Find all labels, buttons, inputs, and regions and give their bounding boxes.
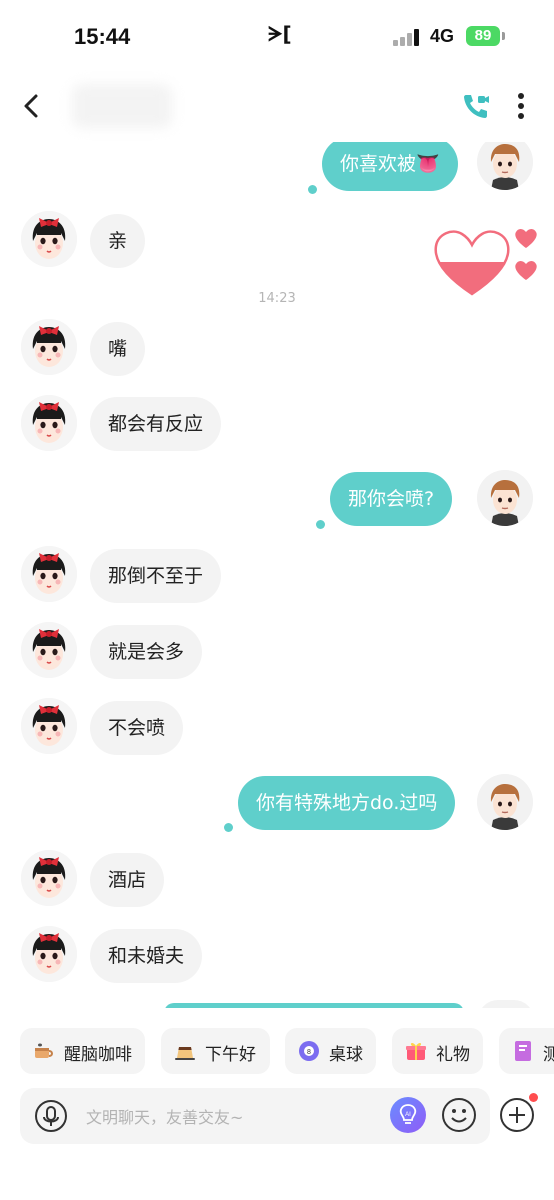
avatar-self[interactable] bbox=[477, 774, 533, 830]
avatar-contact[interactable] bbox=[21, 546, 77, 602]
message-bubble-left[interactable]: 都会有反应 bbox=[90, 397, 222, 451]
avatar-contact[interactable] bbox=[21, 698, 77, 754]
book-icon bbox=[515, 1041, 531, 1061]
status-bar: 15:44 ᗒ[ 4G 89 bbox=[0, 0, 554, 72]
message-bubble-right[interactable]: 你喜欢被👅 bbox=[322, 142, 458, 191]
avatar-boy-icon bbox=[477, 470, 533, 526]
plus-icon bbox=[500, 1098, 534, 1132]
message-input-bar: AI bbox=[20, 1088, 490, 1144]
avatar-girl-icon bbox=[21, 546, 77, 602]
avatar-contact[interactable] bbox=[21, 395, 77, 451]
more-options-button[interactable] bbox=[508, 90, 534, 122]
microphone-icon bbox=[35, 1100, 67, 1132]
notification-dot bbox=[529, 1093, 538, 1102]
ai-bulb-icon: AI bbox=[399, 1104, 417, 1124]
message-bubble-left[interactable]: 不会喷 bbox=[90, 701, 184, 755]
avatar-boy-icon bbox=[477, 774, 533, 830]
heart-sticker-icon[interactable] bbox=[432, 226, 542, 298]
battery-indicator: 89 bbox=[466, 26, 500, 46]
quick-chip-label: 桌球 bbox=[329, 1045, 363, 1065]
coffee-icon bbox=[35, 1043, 53, 1058]
read-dot bbox=[316, 520, 325, 529]
avatar-girl-icon bbox=[21, 395, 77, 451]
more-vertical-icon bbox=[518, 93, 524, 119]
avatar-girl-icon bbox=[21, 698, 77, 754]
quick-action-bar: 醒脑咖啡 下午好 8 桌球 礼物 测 bbox=[0, 1022, 554, 1082]
message-bubble-left[interactable]: 亲 bbox=[90, 214, 146, 268]
message-timestamp: 14:23 bbox=[258, 291, 296, 306]
message-bubble-left[interactable]: 嘴 bbox=[90, 322, 146, 376]
emoji-button[interactable] bbox=[441, 1097, 477, 1133]
smiley-icon bbox=[442, 1098, 476, 1132]
avatar-girl-icon bbox=[21, 850, 77, 906]
avatar-contact[interactable] bbox=[21, 850, 77, 906]
video-call-button[interactable] bbox=[460, 90, 492, 122]
read-dot bbox=[308, 185, 317, 194]
message-bubble-left[interactable]: 就是会多 bbox=[90, 625, 203, 679]
status-app-glyph: ᗒ[ bbox=[268, 22, 292, 46]
message-bubble-right[interactable]: 那你会喷? bbox=[330, 472, 453, 526]
avatar-contact[interactable] bbox=[21, 622, 77, 678]
quick-chip-label: 测 bbox=[543, 1045, 554, 1065]
avatar-contact[interactable] bbox=[21, 211, 77, 267]
message-bubble-left[interactable]: 酒店 bbox=[90, 853, 165, 907]
quick-chip-afternoon[interactable]: 下午好 bbox=[161, 1028, 270, 1074]
chevron-left-icon bbox=[24, 94, 38, 118]
signal-icon bbox=[393, 28, 423, 46]
svg-text:AI: AI bbox=[405, 1112, 411, 1118]
ai-assistant-button[interactable]: AI bbox=[390, 1097, 426, 1133]
avatar-boy-icon bbox=[477, 142, 533, 190]
quick-chip-billiards[interactable]: 8 桌球 bbox=[285, 1028, 376, 1074]
quick-chip-test[interactable]: 测 bbox=[499, 1028, 554, 1074]
more-actions-button[interactable] bbox=[499, 1097, 535, 1133]
message-bubble-right[interactable]: 你有特殊地方do.过吗 bbox=[238, 776, 456, 830]
nav-bar bbox=[0, 72, 554, 142]
avatar-girl-icon bbox=[21, 926, 77, 982]
back-button[interactable] bbox=[16, 88, 48, 124]
battery-tip bbox=[502, 32, 505, 40]
status-time: 15:44 bbox=[74, 24, 131, 49]
chat-area[interactable]: 你喜欢被👅 亲 14:23 嘴 都会有反应 那你会喷? 那倒不至于 就是会多 不… bbox=[0, 142, 554, 1008]
quick-chip-coffee[interactable]: 醒脑咖啡 bbox=[20, 1028, 145, 1074]
video-call-icon bbox=[464, 95, 489, 118]
voice-button[interactable] bbox=[34, 1099, 68, 1133]
read-dot bbox=[224, 823, 233, 832]
message-bubble-left[interactable]: 那倒不至于 bbox=[90, 549, 222, 603]
avatar-self[interactable] bbox=[477, 142, 533, 190]
avatar-girl-icon bbox=[21, 319, 77, 375]
message-input[interactable] bbox=[84, 1102, 388, 1132]
svg-text:8: 8 bbox=[307, 1049, 311, 1056]
avatar-self-partial bbox=[478, 1000, 534, 1008]
avatar-girl-icon bbox=[21, 211, 77, 267]
message-bubble-left[interactable]: 和未婚夫 bbox=[90, 929, 203, 983]
quick-chip-label: 礼物 bbox=[436, 1045, 470, 1065]
message-bubble-right-partial bbox=[164, 1003, 464, 1008]
quick-chip-label: 下午好 bbox=[205, 1045, 256, 1065]
quick-chip-label: 醒脑咖啡 bbox=[64, 1045, 132, 1065]
network-label: 4G bbox=[430, 26, 455, 46]
pudding-icon bbox=[175, 1047, 195, 1060]
gift-icon bbox=[406, 1042, 426, 1060]
quick-chip-gift[interactable]: 礼物 bbox=[392, 1028, 483, 1074]
avatar-contact[interactable] bbox=[21, 926, 77, 982]
avatar-self[interactable] bbox=[477, 470, 533, 526]
contact-name-blurred bbox=[72, 84, 172, 128]
billiard-ball-icon: 8 bbox=[299, 1041, 319, 1061]
avatar-girl-icon bbox=[21, 622, 77, 678]
avatar-contact[interactable] bbox=[21, 319, 77, 375]
